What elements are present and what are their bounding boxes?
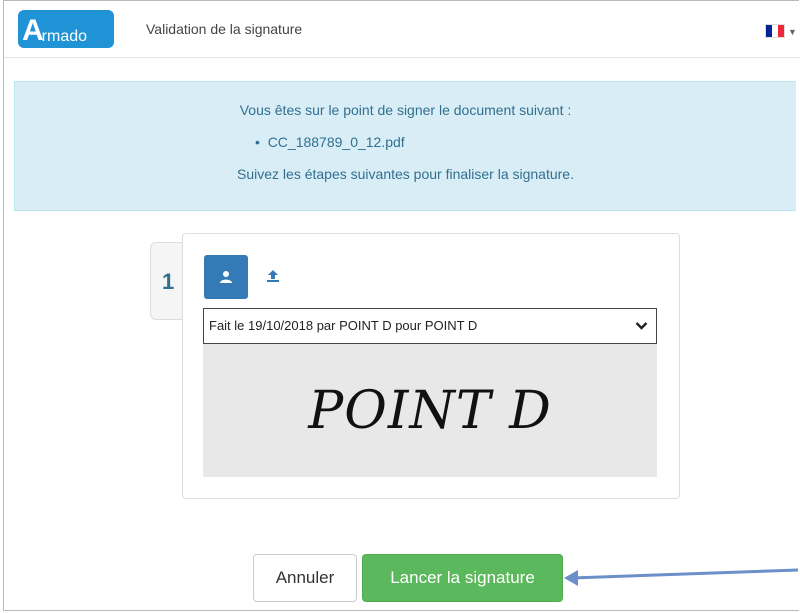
signature-select[interactable]: Fait le 19/10/2018 par POINT D pour POIN… bbox=[203, 308, 657, 344]
signature-preview: POINT D bbox=[203, 344, 657, 477]
annotation-arrow-icon bbox=[564, 568, 799, 586]
upload-signature-button[interactable] bbox=[261, 262, 285, 290]
page-title: Validation de la signature bbox=[146, 21, 303, 37]
logo-rest: rmado bbox=[41, 28, 88, 45]
top-bar: A rmado Validation de la signature ▼ bbox=[4, 1, 800, 58]
cancel-button[interactable]: Annuler bbox=[253, 554, 357, 602]
document-list-item: • CC_188789_0_12.pdf bbox=[255, 134, 405, 150]
upload-icon bbox=[267, 270, 279, 282]
signature-select-value: Fait le 19/10/2018 par POINT D pour POIN… bbox=[209, 318, 478, 333]
info-instructions: Suivez les étapes suivantes pour finalis… bbox=[237, 166, 574, 182]
chevron-down-icon bbox=[635, 322, 648, 330]
document-name: CC_188789_0_12.pdf bbox=[267, 134, 405, 150]
bullet: • bbox=[255, 134, 268, 150]
language-caret-down-icon[interactable]: ▼ bbox=[788, 27, 797, 37]
info-alert: Vous êtes sur le point de signer le docu… bbox=[14, 81, 796, 211]
launch-signature-button[interactable]: Lancer la signature bbox=[362, 554, 563, 602]
info-intro: Vous êtes sur le point de signer le docu… bbox=[239, 102, 572, 118]
signature-preview-text: POINT D bbox=[308, 380, 552, 441]
draw-signature-button[interactable] bbox=[204, 255, 248, 299]
logo-initial: A bbox=[22, 14, 44, 47]
signature-panel: Fait le 19/10/2018 par POINT D pour POIN… bbox=[182, 233, 680, 499]
armado-logo[interactable]: A rmado bbox=[18, 10, 114, 48]
person-icon bbox=[220, 271, 232, 283]
french-flag-icon[interactable] bbox=[766, 25, 784, 37]
